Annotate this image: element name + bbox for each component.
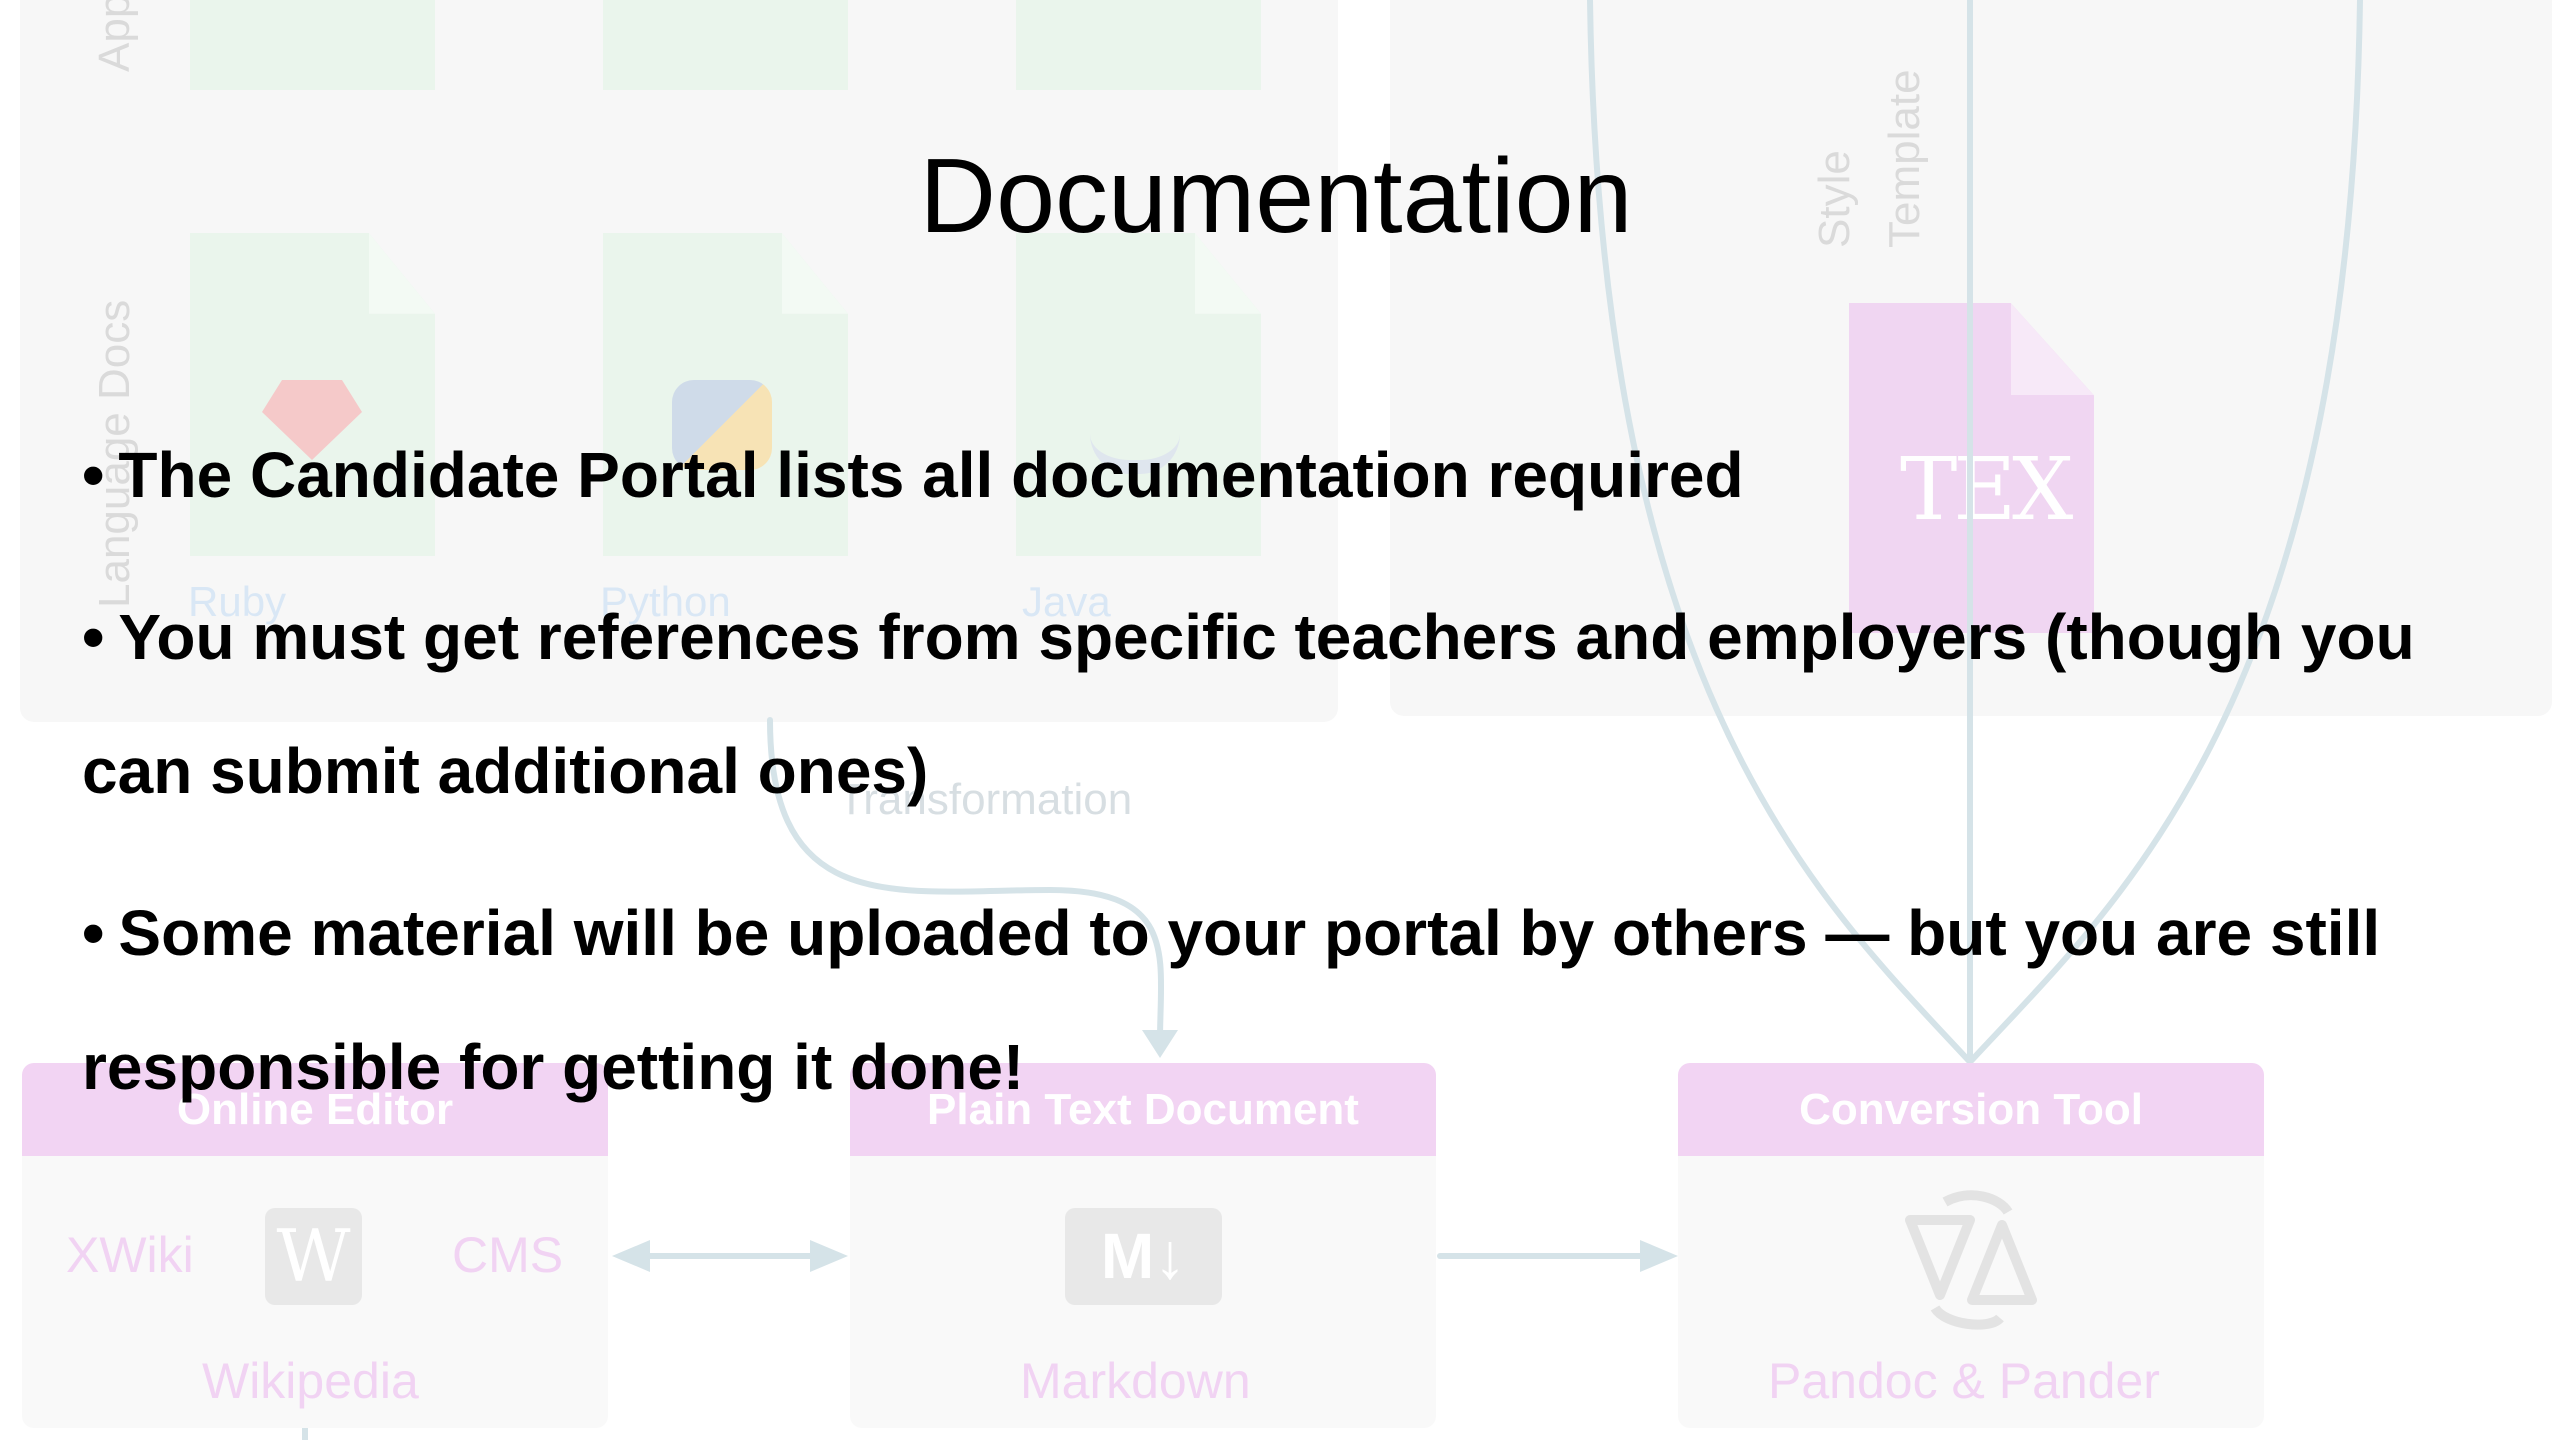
wikipedia-icon: W (265, 1208, 362, 1305)
bullet-list: • The Candidate Portal lists all document… (82, 408, 2502, 1162)
bullet-glyph: • (82, 601, 105, 673)
wikipedia-label: Wikipedia (202, 1353, 419, 1409)
slide-title: Documentation (919, 137, 1633, 255)
conversion-icon (1905, 1190, 2037, 1330)
bullet-item: • Some material will be uploaded to your … (82, 866, 2502, 1134)
pandoc-pander-label: Pandoc & Pander (1768, 1353, 2160, 1409)
bullet-item: • You must get references from specific t… (82, 570, 2502, 838)
markdown-label: Markdown (1020, 1353, 1251, 1409)
markdown-icon: M↓ (1065, 1208, 1222, 1305)
bullet-glyph: • (82, 897, 105, 969)
bullet-text: You must get references from specific te… (82, 601, 2415, 807)
xwiki-label: XWiki (66, 1227, 194, 1283)
bullet-item: • The Candidate Portal lists all document… (82, 408, 2502, 542)
bullet-text: Some material will be uploaded to your p… (82, 897, 2381, 1103)
cms-label: CMS (452, 1227, 564, 1283)
bullet-glyph: • (82, 439, 105, 511)
bullet-text: The Candidate Portal lists all documenta… (118, 439, 1744, 511)
